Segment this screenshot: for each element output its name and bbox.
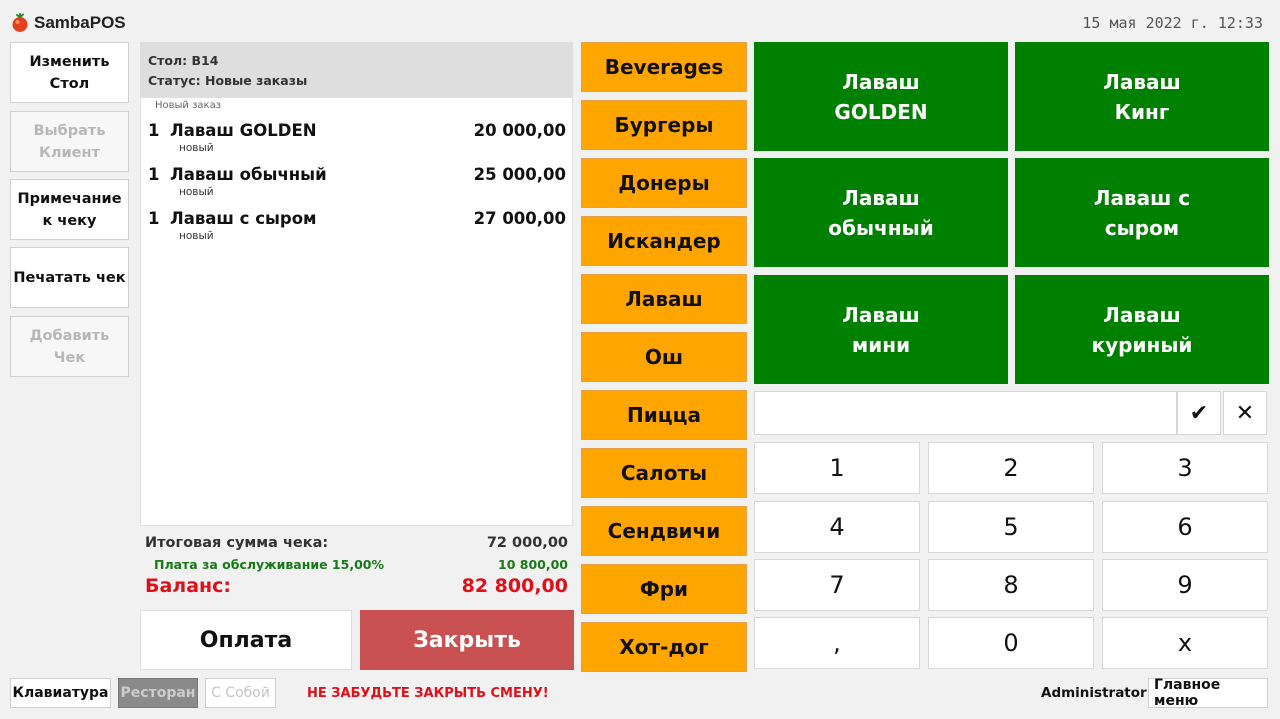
- total-label: Итоговая сумма чека:: [145, 535, 329, 551]
- fee-value: 10 800,00: [498, 557, 568, 572]
- keyboard-button[interactable]: Клавиатура: [10, 678, 111, 708]
- service-fee: Плата за обслуживание 15,00% 10 800,00: [145, 557, 568, 572]
- close-icon[interactable]: ✕: [1223, 391, 1267, 435]
- order-group-label: Новый заказ: [155, 100, 222, 111]
- product-button[interactable]: Лаваш куриный: [1015, 275, 1269, 384]
- numpad-key[interactable]: 0: [928, 617, 1094, 669]
- product-button[interactable]: Лаваш мини: [754, 275, 1008, 384]
- numpad-key[interactable]: ,: [754, 617, 920, 669]
- total-value: 72 000,00: [486, 535, 568, 551]
- product-button[interactable]: Лаваш обычный: [754, 158, 1008, 267]
- pay-button[interactable]: Оплата: [140, 610, 352, 670]
- ticket-total: Итоговая сумма чека: 72 000,00: [145, 535, 568, 551]
- order-line[interactable]: 1 Лаваш обычный 25 000,00 новый: [148, 165, 566, 209]
- app-logo: SambaPOS: [10, 10, 126, 36]
- app-name: SambaPOS: [34, 13, 126, 32]
- close-shift-warning: НЕ ЗАБУДЬТЕ ЗАКРЫТЬ СМЕНУ!: [307, 686, 549, 701]
- balance: Баланс: 82 800,00: [145, 575, 568, 597]
- order-name: Лаваш обычный: [170, 165, 327, 184]
- balance-value: 82 800,00: [461, 575, 568, 597]
- change-table-button[interactable]: Изменить Стол: [10, 42, 129, 103]
- order-state: новый: [179, 230, 214, 242]
- order-qty: 1: [148, 209, 160, 228]
- numpad-key[interactable]: x: [1102, 617, 1268, 669]
- category-button[interactable]: Хот-дог: [581, 622, 747, 672]
- add-ticket-button[interactable]: Добавить Чек: [10, 316, 129, 377]
- order-qty: 1: [148, 165, 160, 184]
- close-ticket-button[interactable]: Закрыть: [360, 610, 574, 670]
- product-button[interactable]: Лаваш GOLDEN: [754, 42, 1008, 151]
- order-price: 27 000,00: [473, 209, 566, 228]
- main-menu-button[interactable]: Главное меню: [1148, 677, 1268, 709]
- takeaway-button[interactable]: С Собой: [205, 678, 276, 708]
- print-ticket-button[interactable]: Печатать чек: [10, 247, 129, 308]
- order-name: Лаваш GOLDEN: [170, 121, 317, 140]
- tomato-icon: [12, 13, 28, 32]
- order-name: Лаваш с сыром: [170, 209, 317, 228]
- category-button[interactable]: Ош: [581, 332, 747, 382]
- category-button[interactable]: Салоты: [581, 448, 747, 498]
- order-price: 20 000,00: [473, 121, 566, 140]
- product-button[interactable]: Лаваш Кинг: [1015, 42, 1269, 151]
- order-price: 25 000,00: [473, 165, 566, 184]
- numpad-key[interactable]: 2: [928, 442, 1094, 494]
- numpad-key[interactable]: 8: [928, 559, 1094, 611]
- checkmark-icon[interactable]: ✔: [1177, 391, 1221, 435]
- numpad-key[interactable]: 6: [1102, 501, 1268, 553]
- category-button[interactable]: Сендвичи: [581, 506, 747, 556]
- category-button[interactable]: Донеры: [581, 158, 747, 208]
- category-button[interactable]: Beverages: [581, 42, 747, 92]
- numpad-key[interactable]: 3: [1102, 442, 1268, 494]
- ticket-orders: Новый заказ 1 Лаваш GOLDEN 20 000,00 нов…: [140, 98, 573, 526]
- order-line[interactable]: 1 Лаваш GOLDEN 20 000,00 новый: [148, 121, 566, 165]
- ticket-status: Статус: Новые заказы: [148, 73, 308, 88]
- restaurant-button[interactable]: Ресторан: [118, 678, 198, 708]
- numpad-input[interactable]: [754, 391, 1177, 435]
- ticket-header: Стол: B14 Статус: Новые заказы: [140, 42, 573, 98]
- product-button[interactable]: Лаваш с сыром: [1015, 158, 1269, 267]
- select-customer-button[interactable]: Выбрать Клиент: [10, 111, 129, 172]
- numpad-key[interactable]: 7: [754, 559, 920, 611]
- ticket-table: Стол: B14: [148, 53, 219, 68]
- fee-label: Плата за обслуживание 15,00%: [154, 557, 384, 572]
- category-button[interactable]: Пицца: [581, 390, 747, 440]
- numpad-key[interactable]: 1: [754, 442, 920, 494]
- numpad-key[interactable]: 4: [754, 501, 920, 553]
- datetime: 15 мая 2022 г. 12:33: [1082, 14, 1263, 32]
- order-state: новый: [179, 142, 214, 154]
- category-button[interactable]: Искандер: [581, 216, 747, 266]
- category-button[interactable]: Фри: [581, 564, 747, 614]
- category-button[interactable]: Бургеры: [581, 100, 747, 150]
- order-qty: 1: [148, 121, 160, 140]
- numpad-key[interactable]: 5: [928, 501, 1094, 553]
- numpad-key[interactable]: 9: [1102, 559, 1268, 611]
- ticket-note-button[interactable]: Примечание к чеку: [10, 179, 129, 240]
- balance-label: Баланс:: [145, 575, 232, 597]
- order-line[interactable]: 1 Лаваш с сыром 27 000,00 новый: [148, 209, 566, 253]
- user-name: Administrator: [1041, 685, 1147, 701]
- category-button[interactable]: Лаваш: [581, 274, 747, 324]
- order-state: новый: [179, 186, 214, 198]
